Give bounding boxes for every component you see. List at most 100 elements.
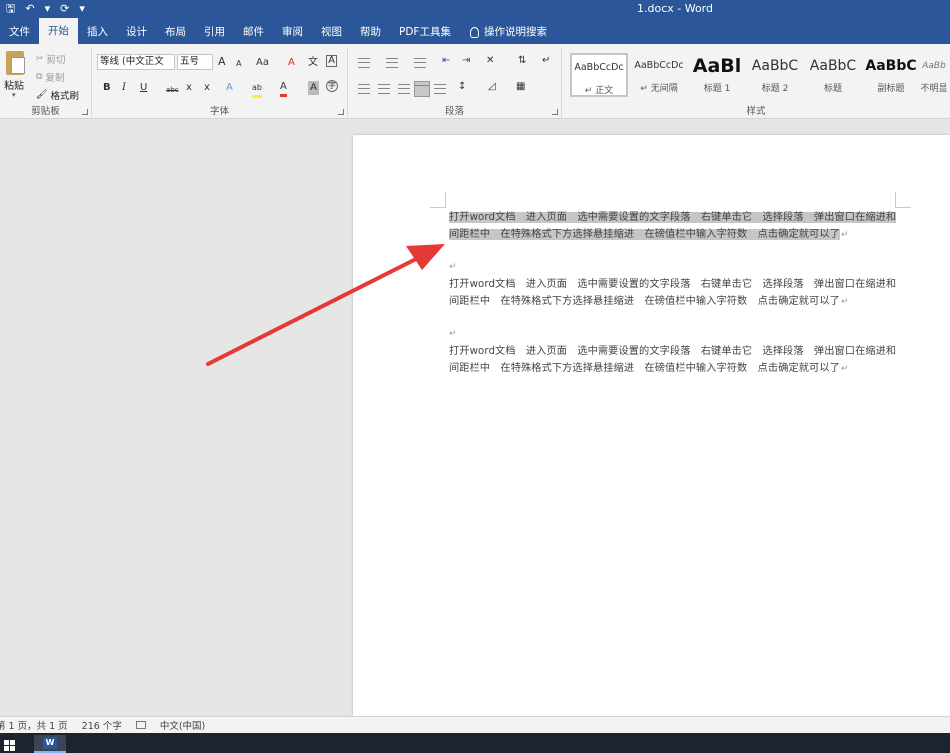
- word-count[interactable]: 216 个字: [82, 718, 122, 732]
- paste-label: 粘贴: [4, 81, 24, 92]
- borders-icon[interactable]: ▦: [516, 80, 525, 94]
- justify-icon[interactable]: [414, 81, 430, 97]
- styles-group: AaBbCcDc ↵ 正文 AaBbCcDc ↵ 无间隔 AaBl 标题 1 A…: [562, 47, 950, 119]
- shrink-font-button[interactable]: A: [236, 57, 241, 71]
- document-paragraph[interactable]: 打开word文档 进入页面 选中需要设置的文字段落 右键单击它 选择段落 弹出窗…: [449, 344, 904, 377]
- word-app-icon: W: [43, 737, 57, 749]
- margin-corner-top-left: [430, 192, 446, 208]
- style-name: 不明显: [920, 84, 948, 94]
- tab-design[interactable]: 设计: [117, 20, 156, 44]
- bullets-icon[interactable]: [358, 58, 370, 68]
- style-sample: AaBbCcDc: [574, 62, 624, 73]
- tab-pdf-tools[interactable]: PDF工具集: [390, 20, 460, 44]
- clipboard-launcher-icon[interactable]: [82, 109, 88, 115]
- style-name: 副标题: [877, 84, 905, 94]
- style-heading-2[interactable]: AaBbC 标题 2: [746, 53, 804, 97]
- italic-button[interactable]: I: [122, 81, 126, 95]
- document-paragraph[interactable]: 打开word文档 进入页面 选中需要设置的文字段落 右键单击它 选择段落 弹出窗…: [449, 277, 904, 310]
- distributed-icon[interactable]: [434, 84, 446, 94]
- language-indicator[interactable]: 中文(中国): [160, 718, 205, 732]
- tab-layout[interactable]: 布局: [156, 20, 195, 44]
- increase-indent-icon[interactable]: ⇥: [462, 54, 470, 68]
- style-subtle-emphasis[interactable]: AaBb 不明显: [918, 53, 950, 97]
- font-name-select[interactable]: 等线 (中文正文: [97, 54, 175, 70]
- tab-view[interactable]: 视图: [312, 20, 351, 44]
- style-name: ↵ 正文: [584, 86, 614, 96]
- style-name: ↵ 无间隔: [640, 84, 678, 94]
- style-title[interactable]: AaBbC 标题: [804, 53, 862, 97]
- paragraph-launcher-icon[interactable]: [552, 109, 558, 115]
- style-name: 标题 1: [703, 84, 731, 94]
- chinese-layout-icon[interactable]: ✕: [486, 54, 494, 68]
- cut-button[interactable]: ✂ 剪切: [36, 52, 66, 66]
- ribbon-tabs: 文件 开始 插入 设计 布局 引用 邮件 审阅 视图 帮助 PDF工具集 操作说…: [0, 18, 950, 44]
- page-count[interactable]: 第 1 页，共 1 页: [0, 718, 68, 732]
- paste-dropdown-icon[interactable]: ▾: [12, 91, 16, 99]
- decrease-indent-icon[interactable]: ⇤: [442, 54, 450, 68]
- brush-icon: 🖌: [36, 90, 48, 100]
- tab-file[interactable]: 文件: [0, 20, 39, 44]
- style-no-spacing[interactable]: AaBbCcDc ↵ 无间隔: [630, 53, 688, 97]
- font-group-label: 字体: [209, 106, 229, 117]
- subscript-button[interactable]: x: [186, 81, 192, 95]
- align-center-icon[interactable]: [378, 84, 390, 94]
- style-normal[interactable]: AaBbCcDc ↵ 正文: [570, 53, 628, 97]
- text-effects-button[interactable]: A: [226, 81, 233, 95]
- grow-font-button[interactable]: A: [218, 55, 226, 69]
- taskbar-word-button[interactable]: W: [34, 735, 66, 753]
- line-spacing-icon[interactable]: ↕: [458, 80, 466, 94]
- phonetic-guide-button[interactable]: 文: [308, 56, 318, 70]
- enclose-characters-button[interactable]: 字: [326, 80, 338, 92]
- style-subtitle[interactable]: AaBbC 副标题: [862, 53, 920, 97]
- clear-formatting-button[interactable]: A: [288, 56, 295, 70]
- paragraph-group-label: 段落: [444, 106, 464, 117]
- change-case-button[interactable]: Aa: [256, 56, 269, 70]
- paragraph-mark-icon: ↵: [449, 329, 457, 339]
- taskbar: W: [0, 733, 950, 753]
- style-name: 标题 2: [761, 84, 789, 94]
- highlight-button[interactable]: ab: [252, 81, 262, 98]
- underline-button[interactable]: U: [140, 81, 147, 95]
- tab-review[interactable]: 审阅: [273, 20, 312, 44]
- align-right-icon[interactable]: [398, 84, 410, 94]
- font-size-value: 五号: [180, 56, 200, 67]
- windows-start-icon[interactable]: [4, 740, 16, 751]
- show-marks-icon[interactable]: ↵: [542, 54, 550, 68]
- styles-group-label: 样式: [746, 106, 766, 117]
- tab-mailings[interactable]: 邮件: [234, 20, 273, 44]
- tab-insert[interactable]: 插入: [78, 20, 117, 44]
- font-size-select[interactable]: 五号: [177, 54, 213, 70]
- bold-button[interactable]: B: [103, 81, 111, 95]
- tell-me-label: 操作说明搜索: [483, 26, 547, 38]
- paragraph-mark-icon: ↵: [449, 262, 457, 272]
- tab-home[interactable]: 开始: [39, 18, 78, 44]
- paragraph-mark-icon: ↵: [840, 363, 849, 374]
- tab-references[interactable]: 引用: [195, 20, 234, 44]
- style-sample: AaBbC: [865, 58, 917, 74]
- tell-me-search[interactable]: 操作说明搜索: [460, 20, 547, 44]
- document-paragraph[interactable]: 打开word文档 进入页面 选中需要设置的文字段落 右键单击它 选择段落 弹出窗…: [449, 210, 904, 243]
- selected-text[interactable]: 打开word文档 进入页面 选中需要设置的文字段落 右键单击它 选择段落 弹出窗…: [449, 212, 897, 240]
- copy-button[interactable]: ⧉ 复制: [36, 70, 64, 84]
- superscript-button[interactable]: x: [204, 81, 210, 95]
- proofing-icon[interactable]: [135, 721, 146, 729]
- character-shading-button[interactable]: A: [308, 81, 319, 95]
- format-painter-button[interactable]: 🖌 格式刷: [36, 88, 79, 102]
- font-launcher-icon[interactable]: [338, 109, 344, 115]
- shading-icon[interactable]: ◿: [488, 80, 496, 94]
- copy-icon: ⧉: [36, 72, 43, 82]
- style-heading-1[interactable]: AaBl 标题 1: [688, 53, 746, 97]
- character-border-button[interactable]: A: [326, 55, 337, 67]
- tab-help[interactable]: 帮助: [351, 20, 390, 44]
- numbering-icon[interactable]: [386, 58, 398, 68]
- style-sample: AaBbCcDc: [634, 60, 684, 71]
- align-left-icon[interactable]: [358, 84, 370, 94]
- style-sample: AaBbC: [809, 58, 857, 74]
- copy-label: 复制: [45, 73, 65, 84]
- paragraph-text: 打开word文档 进入页面 选中需要设置的文字段落 右键单击它 选择段落 弹出窗…: [449, 346, 897, 374]
- strikethrough-button[interactable]: abc: [166, 83, 179, 97]
- font-color-button[interactable]: A: [280, 80, 287, 97]
- multilevel-list-icon[interactable]: [414, 58, 426, 68]
- lightbulb-icon: [469, 26, 479, 38]
- sort-icon[interactable]: ⇅: [518, 54, 526, 68]
